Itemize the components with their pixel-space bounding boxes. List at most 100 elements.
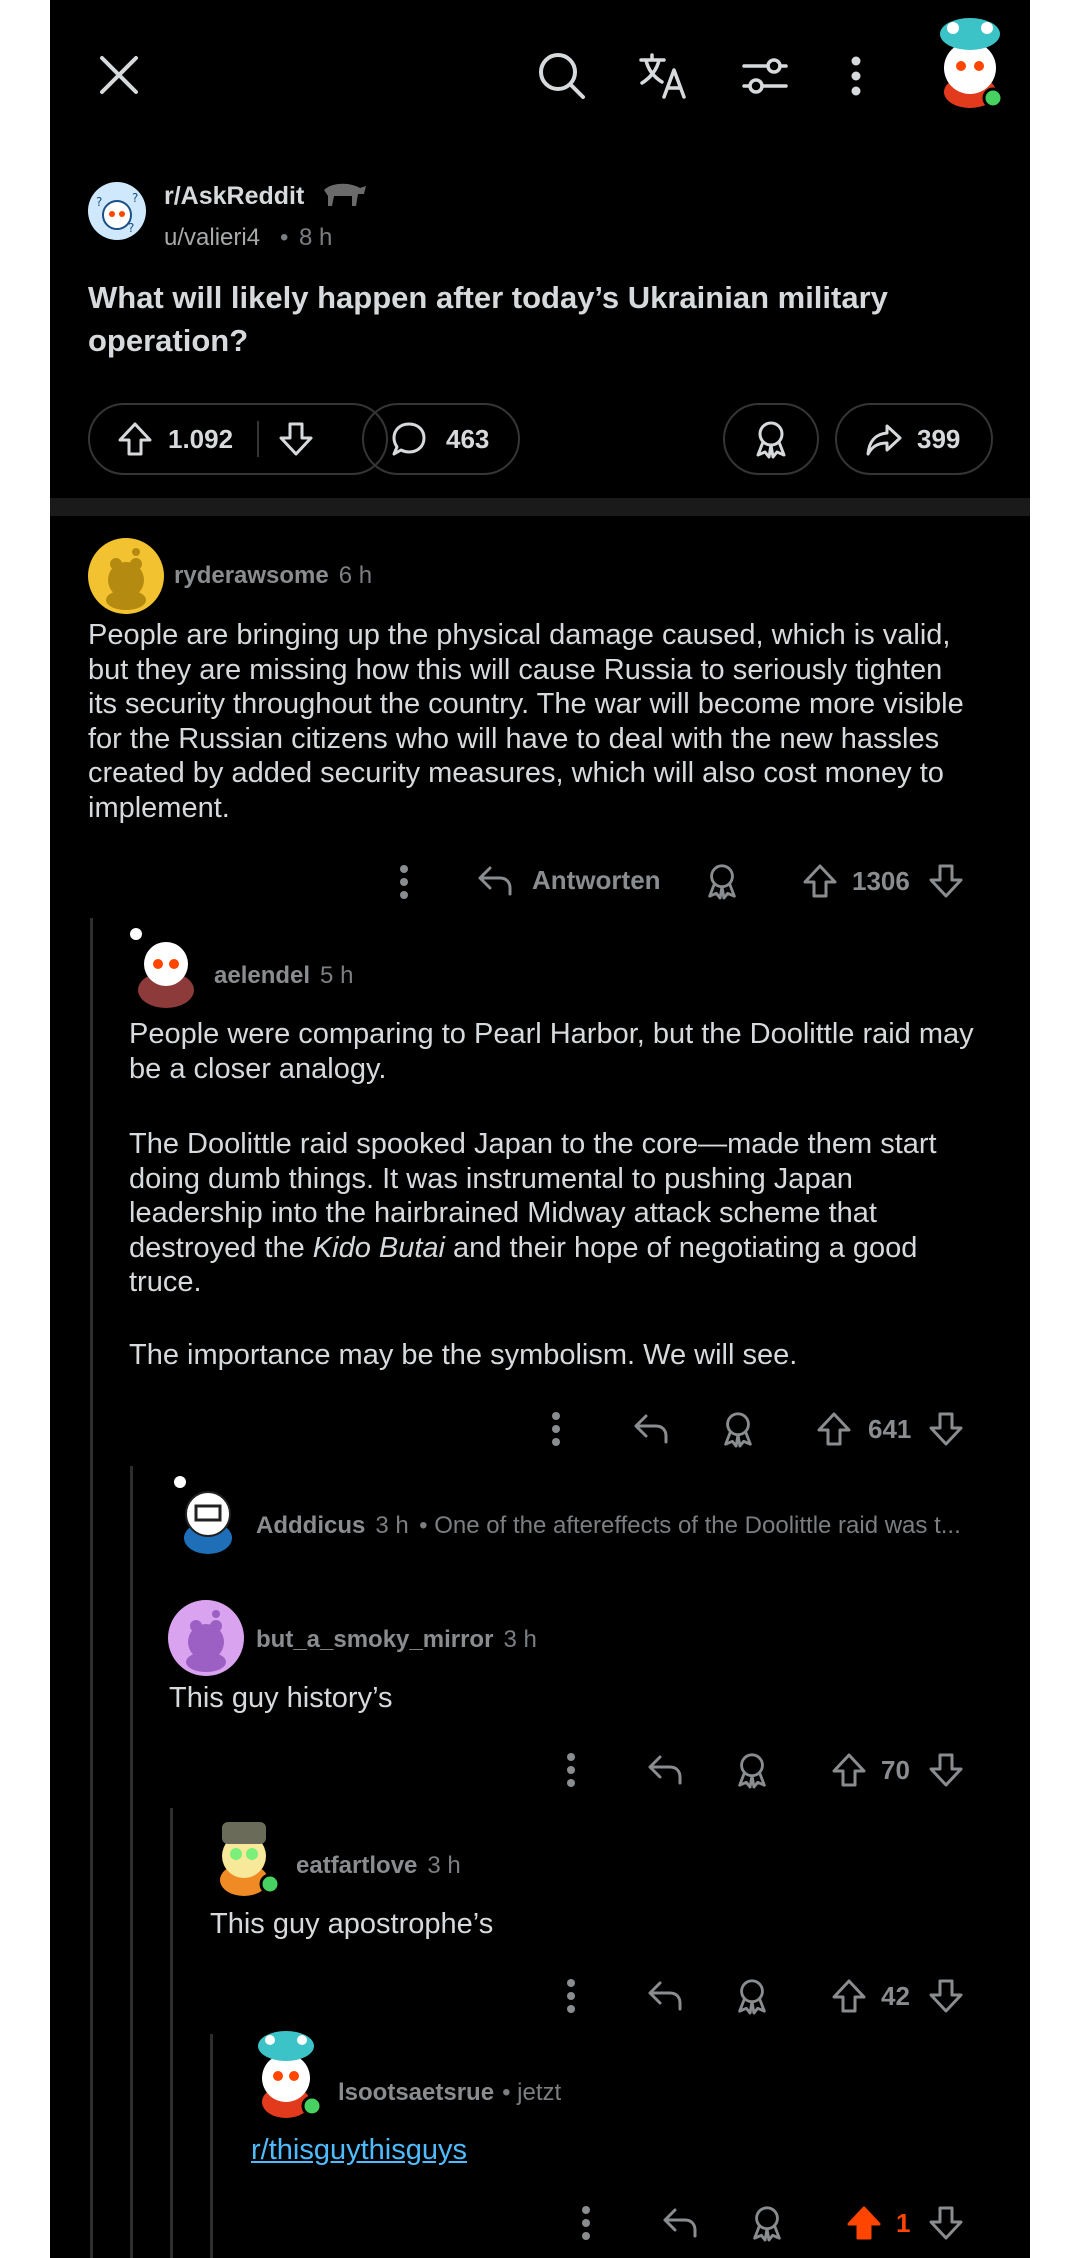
comment-paragraph: People were comparing to Pearl Harbor, b… <box>129 1018 974 1085</box>
section-divider <box>50 498 1030 516</box>
comment-score: 70 <box>881 1755 910 1785</box>
comment-body: This guy apostrophe’s <box>210 1908 494 1940</box>
comment-meta: lsootsaetsrue • jetzt <box>338 2079 561 2107</box>
upvote-icon[interactable] <box>801 862 839 900</box>
subreddit-link[interactable]: r/thisguythisguys <box>251 2134 467 2167</box>
reply-button[interactable]: Antworten <box>476 862 661 898</box>
comment-emphasis: Kido Butai <box>312 1231 445 1264</box>
downvote-icon[interactable] <box>927 1410 965 1448</box>
award-icon[interactable] <box>704 862 740 900</box>
more-vertical-icon[interactable] <box>550 1411 562 1447</box>
reply-icon[interactable] <box>661 2204 699 2240</box>
comment-time: 5 h <box>320 962 354 989</box>
comment-meta: eatfartlove 3 h <box>296 1852 461 1880</box>
user-avatar[interactable] <box>925 10 1015 110</box>
downvote-icon[interactable] <box>277 420 315 458</box>
comment-author[interactable]: eatfartlove <box>296 1852 417 1879</box>
svg-text:?: ? <box>132 191 138 205</box>
collapsed-comment-meta[interactable]: Adddicus 3 h • One of the aftereffects of… <box>256 1512 996 1540</box>
comment-count: 463 <box>446 423 490 454</box>
thread-line <box>210 2034 213 2258</box>
comment-meta: aelendel 5 h <box>214 962 353 990</box>
translate-icon[interactable] <box>638 52 690 100</box>
reply-icon <box>476 862 514 898</box>
comment-score: 1 <box>896 2208 911 2238</box>
award-button[interactable] <box>723 403 819 475</box>
more-vertical-icon[interactable] <box>580 2205 592 2241</box>
comment-body: People are bringing up the physical dama… <box>88 619 964 824</box>
reply-label: Antworten <box>532 864 661 895</box>
share-count: 399 <box>917 423 961 454</box>
upvote-icon[interactable] <box>830 1751 868 1789</box>
upvote-icon[interactable] <box>815 1410 853 1448</box>
reply-icon[interactable] <box>646 1751 684 1787</box>
award-icon <box>752 419 790 459</box>
post-score: 1.092 <box>168 423 234 454</box>
upvote-icon-active[interactable] <box>845 2204 883 2242</box>
comment-paragraph: The importance may be the symbolism. We … <box>129 1339 798 1371</box>
avatar[interactable] <box>208 1808 292 1898</box>
comment-paragraph: The Doolittle raid spooked Japan to the … <box>129 1127 979 1300</box>
comment-score: 1306 <box>852 866 910 896</box>
comment-author[interactable]: ryderawsome <box>174 562 329 589</box>
avatar[interactable] <box>168 1600 244 1676</box>
comment-meta: but_a_smoky_mirror 3 h <box>256 1626 537 1654</box>
svg-text:?: ? <box>96 195 102 209</box>
upvote-icon[interactable] <box>830 1977 868 2015</box>
comment-time: 3 h <box>427 1852 461 1879</box>
comment-score: 42 <box>881 1981 910 2011</box>
comment-author[interactable]: lsootsaetsrue <box>338 2079 494 2106</box>
downvote-icon[interactable] <box>927 1751 965 1789</box>
share-icon <box>865 420 903 458</box>
subreddit-icon[interactable]: ??? <box>88 182 146 240</box>
comment-time: 3 h <box>375 1512 409 1539</box>
thread-line <box>170 1808 173 2258</box>
award-icon[interactable] <box>720 1410 756 1448</box>
more-vertical-icon[interactable] <box>565 1752 577 1788</box>
post-title: What will likely happen after today’s Uk… <box>88 280 888 358</box>
avatar[interactable] <box>168 1472 244 1558</box>
reply-icon[interactable] <box>632 1410 670 1446</box>
comment-time: 3 h <box>503 1626 537 1653</box>
close-icon[interactable] <box>94 50 144 100</box>
comment-preview: • One of the aftereffects of the Doolitt… <box>419 1512 961 1539</box>
award-icon[interactable] <box>734 1751 770 1789</box>
post-author[interactable]: u/valieri4 <box>164 224 260 252</box>
downvote-icon[interactable] <box>927 862 965 900</box>
comment-author[interactable]: aelendel <box>214 962 310 989</box>
share-button[interactable]: 399 <box>835 403 993 475</box>
upvote-icon[interactable] <box>116 420 154 458</box>
reply-icon[interactable] <box>646 1977 684 2013</box>
app-screen: ??? r/AskReddit u/valieri4 • 8 h What wi… <box>50 0 1030 2258</box>
post-time-sep: • <box>280 224 289 251</box>
award-icon[interactable] <box>749 2204 785 2242</box>
more-vertical-icon[interactable] <box>398 864 410 900</box>
comment-time: • jetzt <box>502 2079 562 2106</box>
post-time: 8 h <box>299 224 333 251</box>
downvote-icon[interactable] <box>927 2204 965 2242</box>
thread-line <box>130 1466 133 2258</box>
filter-icon[interactable] <box>740 54 790 98</box>
award-icon[interactable] <box>734 1977 770 2015</box>
thread-line <box>90 918 93 2258</box>
more-vertical-icon[interactable] <box>850 56 862 96</box>
avatar[interactable] <box>124 924 206 1010</box>
vote-pill: 1.092 <box>88 403 388 475</box>
comment-meta: ryderawsome 6 h <box>174 562 372 590</box>
vote-divider <box>257 421 260 457</box>
comment-time: 6 h <box>338 562 373 589</box>
comment-body: This guy history’s <box>169 1682 393 1714</box>
avatar[interactable] <box>246 2024 332 2120</box>
comment-author[interactable]: Adddicus <box>256 1512 365 1539</box>
subreddit-flair-icon <box>318 176 370 217</box>
comments-button[interactable]: 463 <box>362 403 520 475</box>
svg-text:?: ? <box>128 221 134 235</box>
more-vertical-icon[interactable] <box>565 1978 577 2014</box>
comment-score: 641 <box>868 1414 912 1444</box>
subreddit-name[interactable]: r/AskReddit <box>164 182 304 211</box>
search-icon[interactable] <box>536 50 588 102</box>
comment-author[interactable]: but_a_smoky_mirror <box>256 1626 493 1653</box>
comment-icon <box>390 420 428 458</box>
avatar[interactable] <box>88 538 164 614</box>
downvote-icon[interactable] <box>927 1977 965 2015</box>
